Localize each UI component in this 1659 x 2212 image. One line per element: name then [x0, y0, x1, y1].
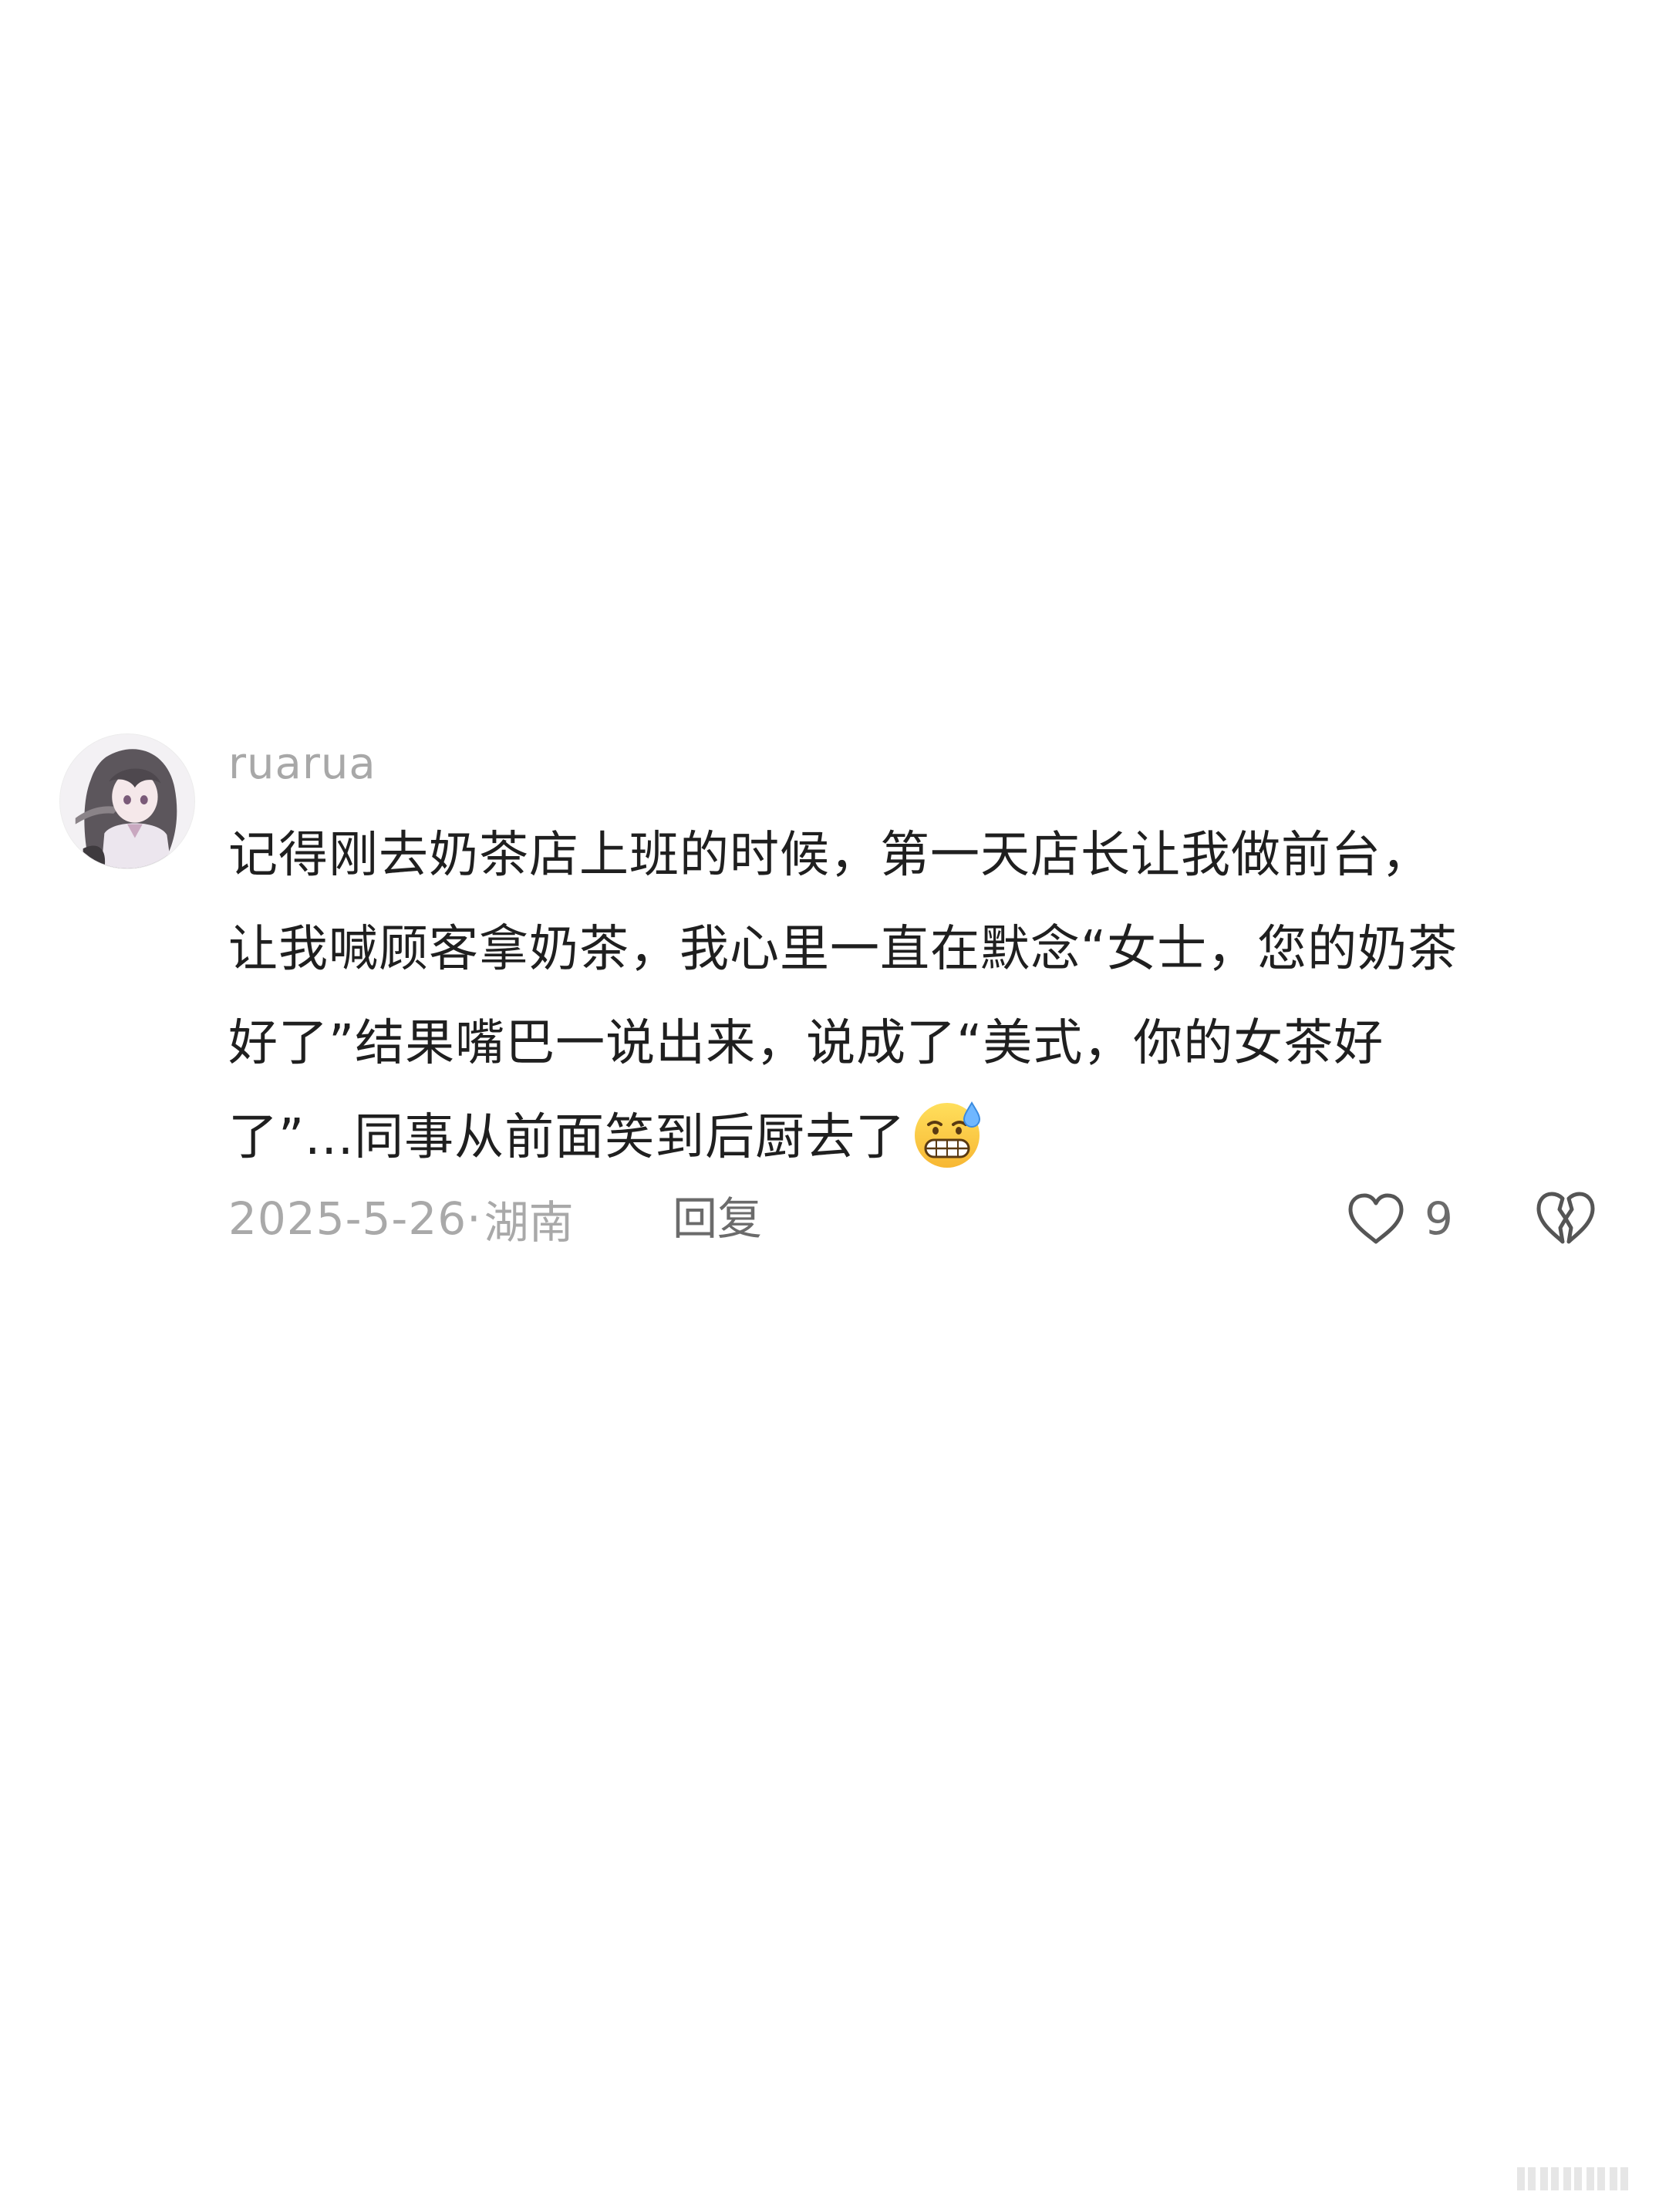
username[interactable]: ruarua — [228, 737, 376, 792]
like-button[interactable]: 9 — [1346, 1188, 1453, 1249]
comment-line-text: 了”...同事从前面笑到后厨去了 — [228, 1109, 906, 1166]
comment-text: 记得刚去奶茶店上班的时候，第一天店长让我做前台， 让我喊顾客拿奶茶，我心里一直在… — [228, 808, 1601, 1185]
meta-separator: · — [467, 1192, 481, 1245]
comment-line-last: 了”...同事从前面笑到后厨去了 — [228, 1091, 1601, 1185]
comment-location: 湖南 — [484, 1196, 574, 1249]
broken-heart-icon — [1536, 1192, 1595, 1244]
comment-date: 2025-5-26 — [228, 1192, 467, 1245]
avatar[interactable] — [59, 733, 195, 869]
avatar-image — [60, 734, 194, 868]
like-count: 9 — [1425, 1192, 1453, 1245]
comment-item: ruarua 记得刚去奶茶店上班的时候，第一天店长让我做前台， 让我喊顾客拿奶茶… — [0, 0, 1659, 2212]
watermark-mark — [1517, 2167, 1628, 2190]
comment-line: 好了”结果嘴巴一说出来，说成了“美式，你的女茶好 — [228, 1015, 1384, 1072]
comment-line: 记得刚去奶茶店上班的时候，第一天店长让我做前台， — [228, 827, 1431, 884]
comment-meta: 2025-5-26 · 湖南 — [228, 1188, 574, 1249]
grinning-sweat-emoji — [915, 1101, 981, 1168]
reply-button[interactable]: 回复 — [673, 1188, 762, 1249]
dislike-button[interactable] — [1535, 1189, 1597, 1248]
comment-line: 让我喊顾客拿奶茶，我心里一直在默念“女士，您的奶茶 — [228, 921, 1458, 978]
heart-outline-icon — [1348, 1193, 1404, 1244]
